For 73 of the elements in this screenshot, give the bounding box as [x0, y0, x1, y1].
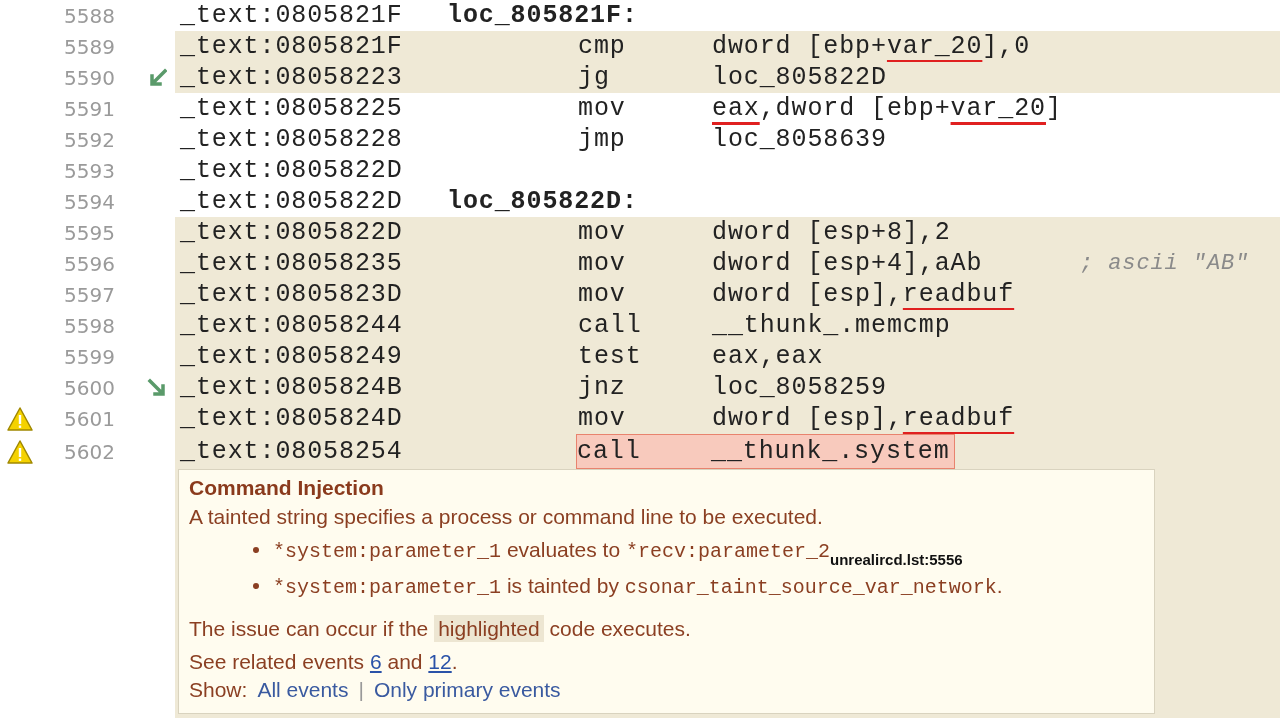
operand-text: eax,dword [ebp+var_20] — [712, 94, 1063, 123]
mnemonic-text: jmp — [578, 125, 627, 154]
bullet-text: *system:parameter_1 evaluates to *recv:parameter_2$_{unrealircd.lst:5556}$ — [273, 537, 963, 568]
line-number: 5599 — [63, 344, 115, 369]
event-link[interactable]: 12 — [428, 650, 452, 673]
arrow-icon — [147, 68, 167, 87]
mnemonic-text: test — [578, 342, 643, 371]
address-text: _text:0805821F — [180, 1, 404, 30]
line-number: 5595 — [63, 220, 115, 245]
line-number: 5596 — [63, 251, 115, 276]
link-separator: | — [358, 677, 364, 703]
bullet-text: *system:parameter_1 is tainted by csonar_taint_source_var_network. — [273, 573, 1003, 601]
address-text: _text:0805822D — [180, 156, 404, 185]
line-number: 5593 — [63, 158, 115, 183]
address-text: _text:0805822D — [180, 187, 404, 216]
address-text: _text:08058223 — [180, 63, 404, 92]
line-number: 5589 — [63, 34, 115, 59]
line-number: 5600 — [63, 375, 115, 400]
bullet-icon — [253, 547, 259, 553]
issue-description: A tainted string specifies a process or command line to be executed. — [189, 504, 824, 530]
address-text: _text:0805822D — [180, 218, 404, 247]
line-number: 5588 — [63, 3, 115, 28]
operand-text: dword [esp+4],aAb — [712, 249, 984, 278]
operand-text: __thunk_.system — [711, 437, 950, 466]
operand-text: __thunk_.memcmp — [712, 311, 952, 340]
line-number: 5597 — [63, 282, 115, 307]
operand-text: loc_805822D — [712, 63, 888, 92]
operand-text: dword [esp+8],2 — [712, 218, 952, 247]
issue-title: Command Injection — [189, 475, 385, 501]
address-text: _text:08058254 — [180, 437, 404, 466]
arrow-icon — [147, 378, 167, 397]
line-number: 5592 — [63, 127, 115, 152]
mnemonic-text: jnz — [578, 373, 627, 402]
address-text: _text:0805824B — [180, 373, 404, 402]
operand-text: dword [ebp+var_20],0 — [712, 32, 1032, 61]
address-text: _text:08058244 — [180, 311, 404, 340]
show-label: Show: — [189, 677, 248, 703]
operand-text: loc_8058639 — [712, 125, 888, 154]
event-link[interactable]: 6 — [369, 650, 382, 673]
label-text: loc_805822D: — [447, 187, 639, 216]
filter-link[interactable]: Only primary events — [373, 676, 561, 704]
mnemonic-text: mov — [578, 404, 627, 433]
mnemonic-text: mov — [578, 218, 627, 247]
label-text: loc_805821F: — [447, 1, 639, 30]
address-text: _text:0805823D — [180, 280, 404, 309]
address-text: _text:08058225 — [180, 94, 404, 123]
address-text: _text:0805824D — [180, 404, 404, 433]
line-number: 5598 — [63, 313, 115, 338]
condition-text: The issue can occur if the highlighted code executes. — [189, 614, 692, 644]
related-events-text: See related events 6 and 12. — [189, 649, 459, 675]
line-number: 5594 — [63, 189, 115, 214]
mnemonic-text: mov — [578, 280, 627, 309]
line-number: 5601 — [63, 406, 115, 431]
mnemonic-text: jg — [578, 63, 611, 92]
address-text: _text:08058235 — [180, 249, 404, 278]
comment-text: ; ascii "AB" — [1080, 251, 1251, 276]
operand-text: dword [esp],readbuf — [712, 404, 1016, 433]
line-number: 5602 — [63, 439, 115, 464]
filter-link[interactable]: All events — [257, 676, 349, 704]
operand-text: eax,eax — [712, 342, 825, 371]
address-text: _text:08058249 — [180, 342, 404, 371]
mnemonic-text: mov — [578, 249, 627, 278]
address-text: _text:08058228 — [180, 125, 404, 154]
mnemonic-text: mov — [578, 94, 627, 123]
operand-text: dword [esp],readbuf — [712, 280, 1016, 309]
line-number: 5590 — [63, 65, 115, 90]
bullet-icon — [253, 583, 259, 589]
mnemonic-text: call — [577, 437, 642, 466]
mnemonic-text: cmp — [578, 32, 627, 61]
mnemonic-text: call — [578, 311, 643, 340]
line-number: 5591 — [63, 96, 115, 121]
operand-text: loc_8058259 — [712, 373, 888, 402]
address-text: _text:0805821F — [180, 32, 404, 61]
